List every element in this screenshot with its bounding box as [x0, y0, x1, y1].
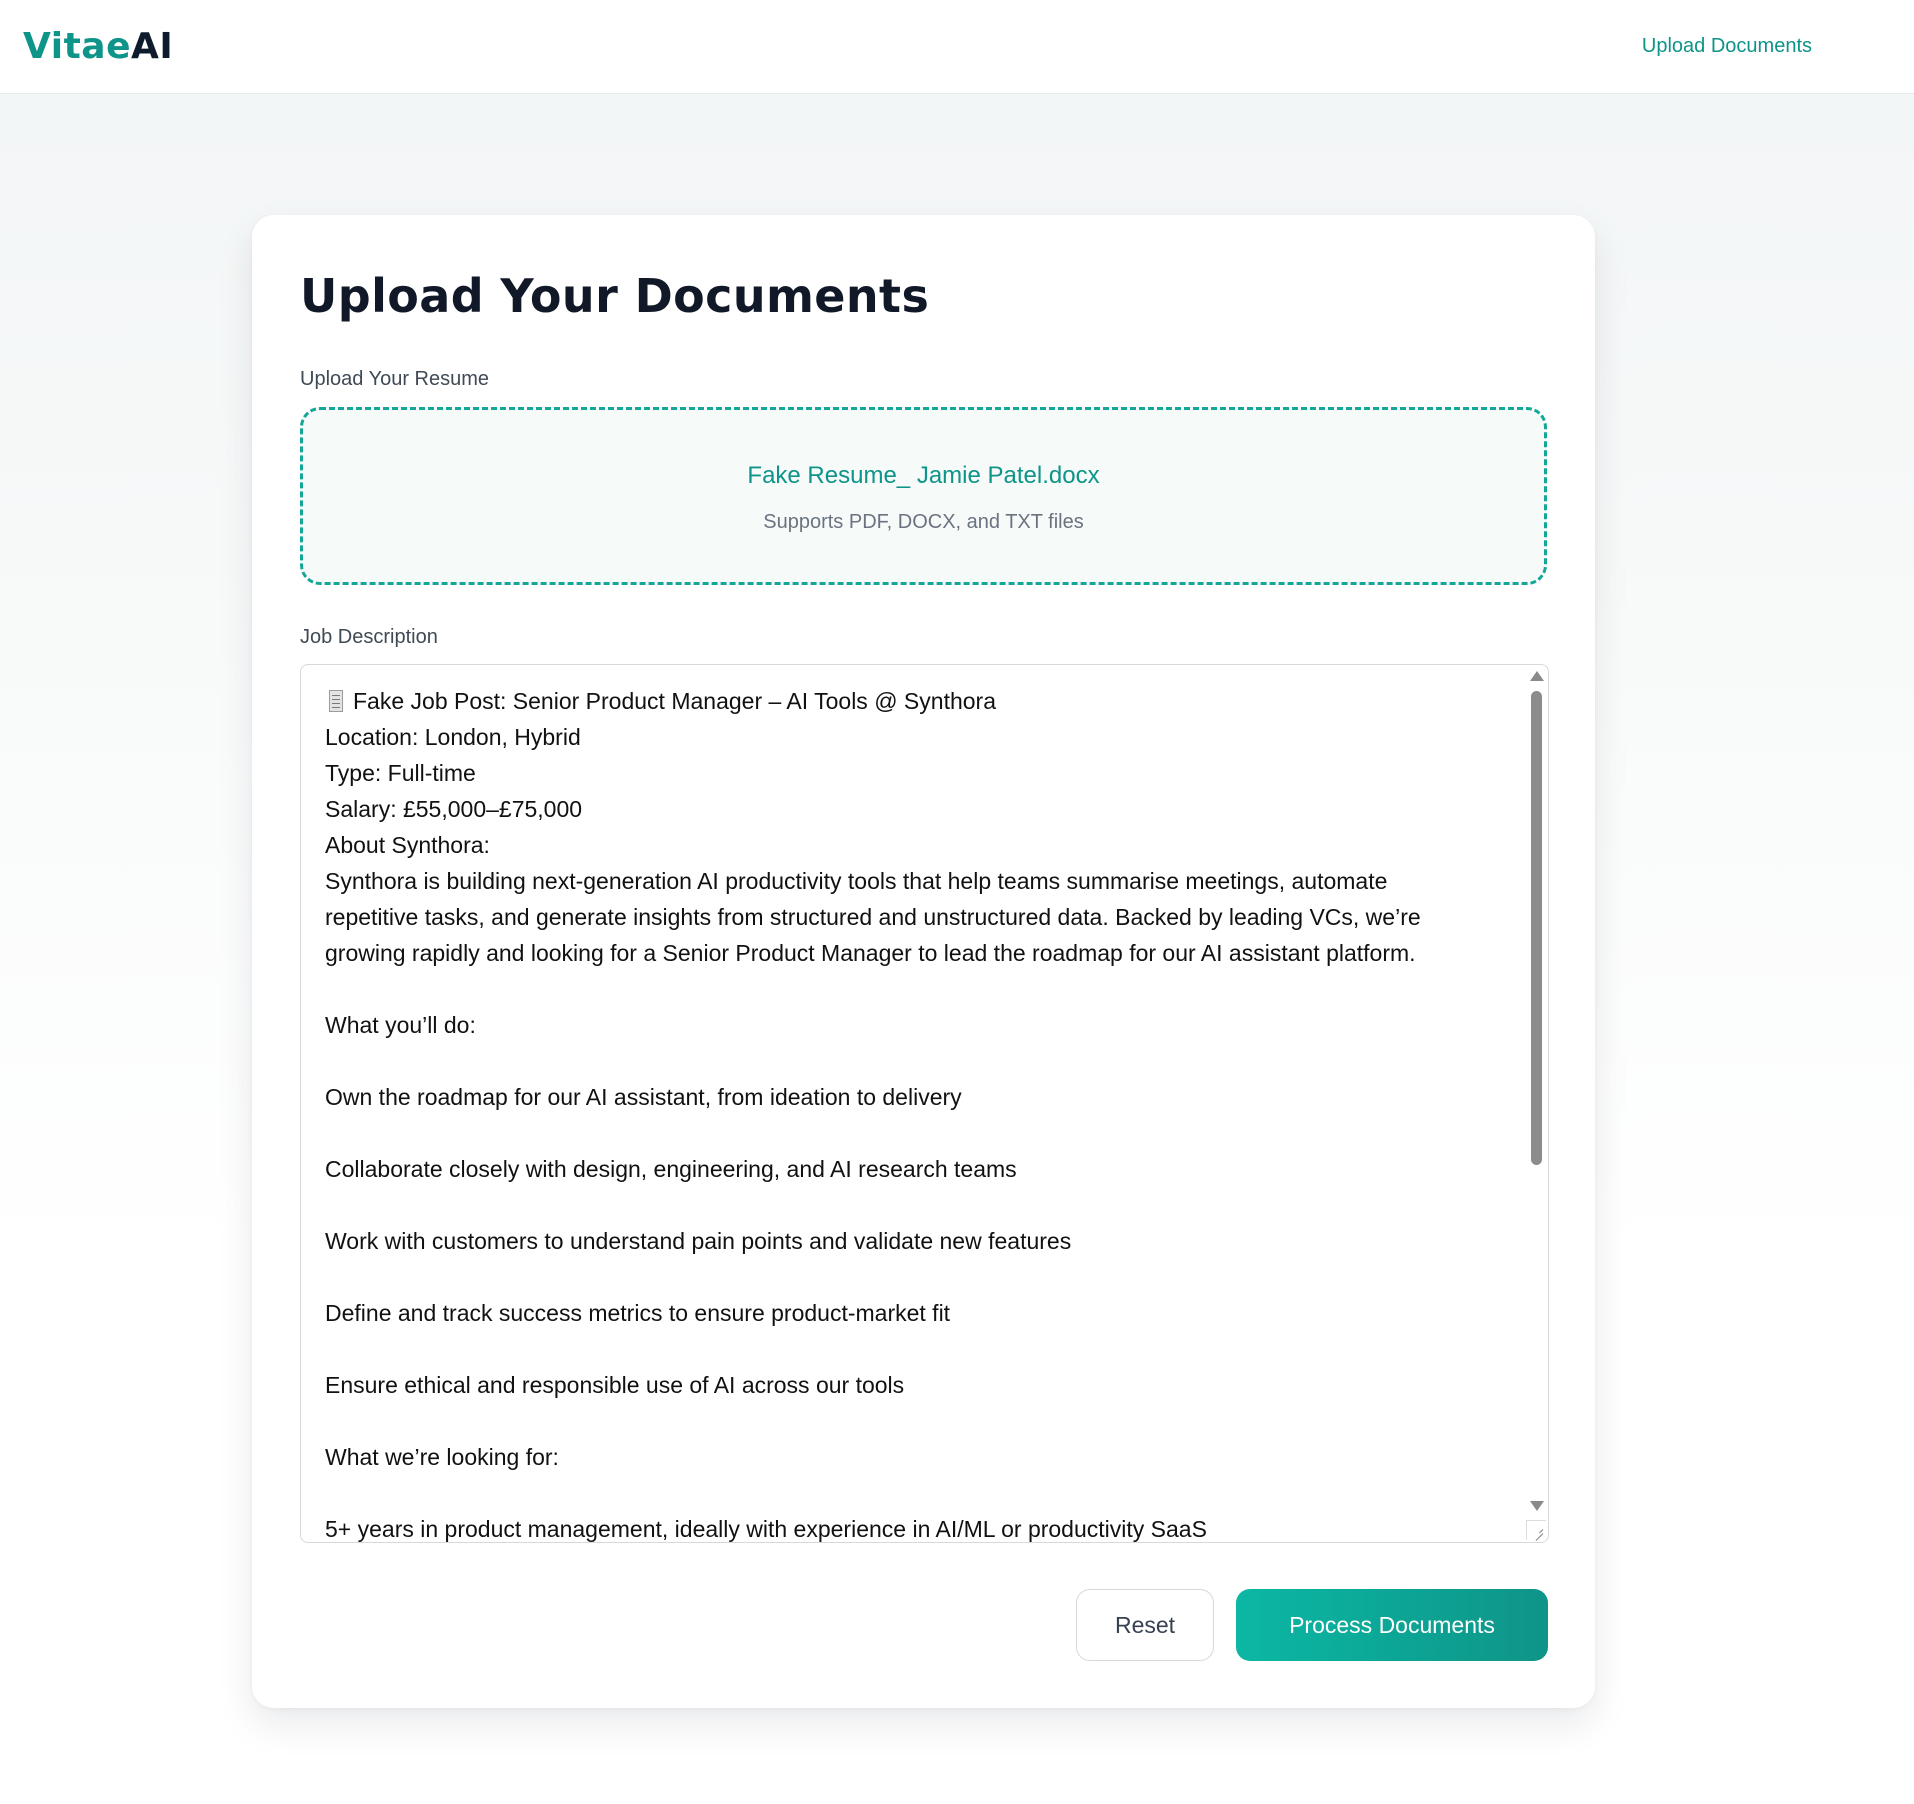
job-description-line: Fake Job Post: Senior Product Manager – …: [325, 683, 1495, 719]
job-description-line: 5+ years in product management, ideally …: [325, 1511, 1495, 1542]
document-icon: [329, 690, 343, 712]
job-description-line-text: Ensure ethical and responsible use of AI…: [325, 1372, 905, 1398]
process-documents-button[interactable]: Process Documents: [1236, 1589, 1548, 1661]
job-description-line-text: Fake Job Post: Senior Product Manager – …: [353, 688, 996, 714]
resize-handle-icon[interactable]: [1526, 1520, 1546, 1541]
job-description-textarea[interactable]: Fake Job Post: Senior Product Manager – …: [300, 664, 1549, 1543]
job-description-line: What we’re looking for:: [325, 1439, 1495, 1475]
job-description-line: Ensure ethical and responsible use of AI…: [325, 1367, 1495, 1403]
job-description-line: Synthora is building next-generation AI …: [325, 863, 1495, 899]
job-description-line-text: growing rapidly and looking for a Senior…: [325, 940, 1416, 966]
job-description-line: [325, 971, 1495, 1007]
job-description-label: Job Description: [300, 626, 438, 648]
logo-text-vitae: Vitae: [23, 26, 131, 67]
job-description-line-text: What we’re looking for:: [325, 1444, 559, 1470]
job-description-line: Location: London, Hybrid: [325, 719, 1495, 755]
job-description-line: Own the roadmap for our AI assistant, fr…: [325, 1079, 1495, 1115]
job-description-line: Collaborate closely with design, enginee…: [325, 1151, 1495, 1187]
scroll-down-arrow-icon[interactable]: [1530, 1501, 1544, 1511]
job-description-line: [325, 1115, 1495, 1151]
job-description-line: repetitive tasks, and generate insights …: [325, 899, 1495, 935]
job-description-scrollbar[interactable]: [1527, 665, 1547, 1542]
job-description-line: Work with customers to understand pain p…: [325, 1223, 1495, 1259]
job-description-line: About Synthora:: [325, 827, 1495, 863]
resume-upload-label: Upload Your Resume: [300, 368, 490, 390]
upload-card: Upload Your Documents Upload Your Resume…: [252, 215, 1595, 1708]
job-description-line: [325, 1331, 1495, 1367]
job-description-line: [325, 1259, 1495, 1295]
uploaded-file-name: Fake Resume_ Jamie Patel.docx: [747, 462, 1100, 489]
job-description-line: [325, 1043, 1495, 1079]
job-description-line-text: Location: London, Hybrid: [325, 724, 581, 750]
scroll-up-arrow-icon[interactable]: [1530, 671, 1544, 681]
job-description-line-text: Salary: £55,000–£75,000: [325, 796, 583, 822]
resume-dropzone[interactable]: Fake Resume_ Jamie Patel.docx Supports P…: [300, 407, 1547, 585]
job-description-line-text: Work with customers to understand pain p…: [325, 1228, 1072, 1254]
job-description-line-text: Type: Full-time: [325, 760, 476, 786]
vitaeai-logo[interactable]: VitaeAI: [23, 24, 173, 70]
job-description-line: [325, 1403, 1495, 1439]
job-description-line-text: What you’ll do:: [325, 1012, 476, 1038]
job-description-line: Type: Full-time: [325, 755, 1495, 791]
job-description-line-text: Define and track success metrics to ensu…: [325, 1300, 951, 1326]
top-navigation-bar: VitaeAI Upload Documents: [0, 0, 1914, 94]
job-description-line-text: Collaborate closely with design, enginee…: [325, 1156, 1017, 1182]
supported-formats-hint: Supports PDF, DOCX, and TXT files: [763, 511, 1084, 533]
job-description-line: [325, 1475, 1495, 1511]
job-description-content[interactable]: Fake Job Post: Senior Product Manager – …: [301, 665, 1515, 1542]
job-description-line: What you’ll do:: [325, 1007, 1495, 1043]
job-description-line: Define and track success metrics to ensu…: [325, 1295, 1495, 1331]
logo-text-ai: AI: [131, 26, 174, 67]
job-description-line: growing rapidly and looking for a Senior…: [325, 935, 1495, 971]
job-description-line-text: About Synthora:: [325, 832, 490, 858]
job-description-line-text: 5+ years in product management, ideally …: [325, 1516, 1207, 1542]
nav-link-upload-documents[interactable]: Upload Documents: [1642, 33, 1812, 59]
job-description-line: [325, 1187, 1495, 1223]
scrollbar-thumb[interactable]: [1531, 691, 1542, 1165]
reset-button[interactable]: Reset: [1076, 1589, 1214, 1661]
job-description-line-text: repetitive tasks, and generate insights …: [325, 904, 1421, 930]
job-description-line-text: Own the roadmap for our AI assistant, fr…: [325, 1084, 962, 1110]
job-description-line: Salary: £55,000–£75,000: [325, 791, 1495, 827]
job-description-line-text: Synthora is building next-generation AI …: [325, 868, 1388, 894]
page-title: Upload Your Documents: [300, 269, 930, 323]
